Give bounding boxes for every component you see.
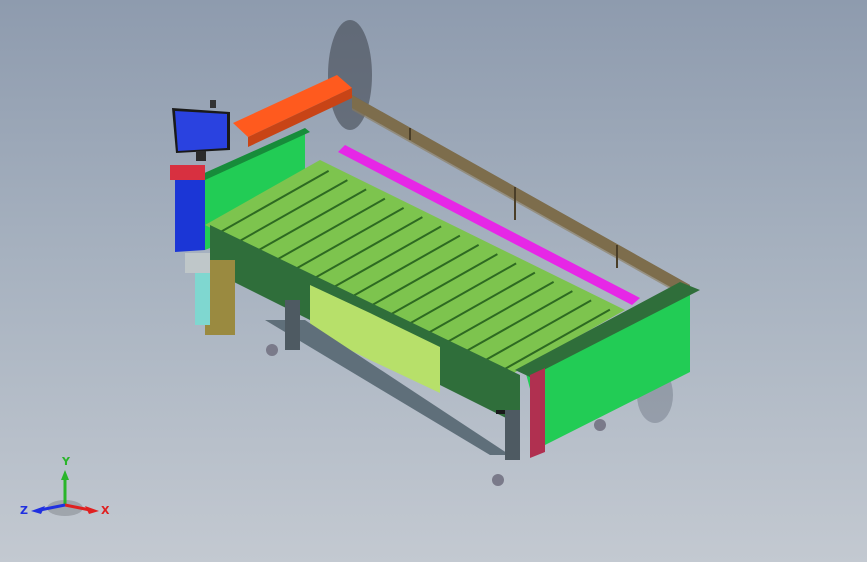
z-axis-label: Z (20, 504, 28, 517)
front-handle[interactable] (496, 410, 506, 414)
right-pink-post[interactable] (530, 368, 545, 458)
axis-triad: Y X Z (20, 455, 110, 517)
cyan-panel[interactable] (195, 270, 210, 325)
blue-side-panel[interactable] (175, 175, 205, 252)
left-leg[interactable] (285, 300, 300, 350)
control-box[interactable] (185, 253, 210, 273)
right-leg[interactable] (505, 410, 520, 460)
cad-viewport[interactable]: Y X Z (0, 0, 867, 562)
red-cap[interactable] (170, 165, 205, 180)
monitor-icon[interactable] (172, 100, 230, 161)
x-axis-label: X (101, 504, 110, 517)
y-axis-label: Y (61, 455, 71, 468)
